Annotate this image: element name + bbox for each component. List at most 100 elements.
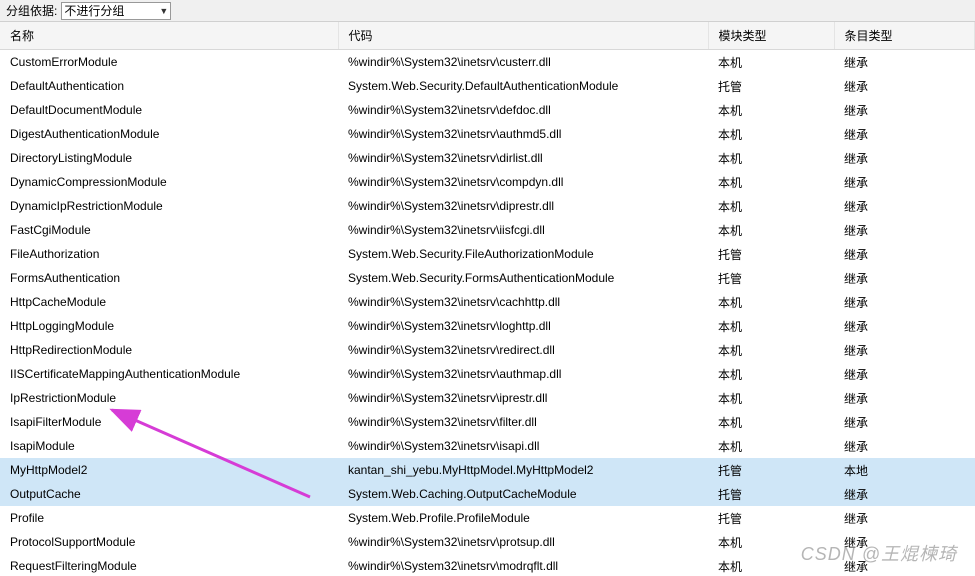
table-row[interactable]: ProfileSystem.Web.Profile.ProfileModule托… [0,506,975,530]
cell-name: HttpLoggingModule [0,314,338,338]
cell-code: System.Web.Security.FormsAuthenticationM… [338,266,708,290]
cell-module-type: 本机 [708,170,834,194]
table-row[interactable]: MyHttpModel2kantan_shi_yebu.MyHttpModel.… [0,458,975,482]
cell-name: CustomErrorModule [0,50,338,75]
col-header-entry-type[interactable]: 条目类型 [834,22,975,50]
cell-module-type: 本机 [708,98,834,122]
chevron-down-icon: ▼ [159,6,168,16]
cell-entry-type: 继承 [834,74,975,98]
cell-module-type: 本机 [708,122,834,146]
cell-code: %windir%\System32\inetsrv\authmd5.dll [338,122,708,146]
cell-name: HttpCacheModule [0,290,338,314]
cell-code: %windir%\System32\inetsrv\iprestr.dll [338,386,708,410]
cell-code: %windir%\System32\inetsrv\redirect.dll [338,338,708,362]
table-row[interactable]: DirectoryListingModule%windir%\System32\… [0,146,975,170]
cell-code: %windir%\System32\inetsrv\protsup.dll [338,530,708,554]
cell-code: %windir%\System32\inetsrv\iisfcgi.dll [338,218,708,242]
table-row[interactable]: IsapiFilterModule%windir%\System32\inets… [0,410,975,434]
table-row[interactable]: FormsAuthenticationSystem.Web.Security.F… [0,266,975,290]
cell-module-type: 本机 [708,314,834,338]
cell-code: %windir%\System32\inetsrv\compdyn.dll [338,170,708,194]
cell-module-type: 托管 [708,266,834,290]
cell-entry-type: 继承 [834,530,975,554]
table-row[interactable]: IsapiModule%windir%\System32\inetsrv\isa… [0,434,975,458]
cell-entry-type: 继承 [834,434,975,458]
table-row[interactable]: FastCgiModule%windir%\System32\inetsrv\i… [0,218,975,242]
group-by-label: 分组依据: [6,2,57,19]
cell-code: System.Web.Caching.OutputCacheModule [338,482,708,506]
cell-entry-type: 继承 [834,554,975,576]
toolbar: 分组依据: 不进行分组 ▼ [0,0,975,22]
table-row[interactable]: OutputCacheSystem.Web.Caching.OutputCach… [0,482,975,506]
cell-name: DigestAuthenticationModule [0,122,338,146]
cell-name: IsapiFilterModule [0,410,338,434]
table-row[interactable]: DefaultDocumentModule%windir%\System32\i… [0,98,975,122]
cell-name: HttpRedirectionModule [0,338,338,362]
modules-table: 名称 代码 模块类型 条目类型 CustomErrorModule%windir… [0,22,975,576]
table-scroll-area[interactable]: 名称 代码 模块类型 条目类型 CustomErrorModule%windir… [0,22,975,576]
cell-entry-type: 继承 [834,506,975,530]
cell-name: MyHttpModel2 [0,458,338,482]
cell-entry-type: 本地 [834,458,975,482]
cell-entry-type: 继承 [834,50,975,75]
cell-module-type: 本机 [708,362,834,386]
cell-code: %windir%\System32\inetsrv\defdoc.dll [338,98,708,122]
col-header-module-type[interactable]: 模块类型 [708,22,834,50]
table-row[interactable]: HttpCacheModule%windir%\System32\inetsrv… [0,290,975,314]
table-row[interactable]: HttpLoggingModule%windir%\System32\inets… [0,314,975,338]
cell-module-type: 托管 [708,506,834,530]
cell-module-type: 本机 [708,146,834,170]
cell-module-type: 本机 [708,386,834,410]
cell-module-type: 本机 [708,194,834,218]
cell-entry-type: 继承 [834,218,975,242]
table-row[interactable]: ProtocolSupportModule%windir%\System32\i… [0,530,975,554]
table-row[interactable]: RequestFilteringModule%windir%\System32\… [0,554,975,576]
cell-entry-type: 继承 [834,146,975,170]
col-header-name[interactable]: 名称 [0,22,338,50]
table-row[interactable]: IpRestrictionModule%windir%\System32\ine… [0,386,975,410]
cell-entry-type: 继承 [834,170,975,194]
cell-name: ProtocolSupportModule [0,530,338,554]
table-row[interactable]: DynamicIpRestrictionModule%windir%\Syste… [0,194,975,218]
cell-code: %windir%\System32\inetsrv\dirlist.dll [338,146,708,170]
table-row[interactable]: HttpRedirectionModule%windir%\System32\i… [0,338,975,362]
cell-module-type: 托管 [708,242,834,266]
table-row[interactable]: FileAuthorizationSystem.Web.Security.Fil… [0,242,975,266]
cell-entry-type: 继承 [834,98,975,122]
cell-name: FileAuthorization [0,242,338,266]
cell-name: IpRestrictionModule [0,386,338,410]
cell-module-type: 本机 [708,290,834,314]
table-row[interactable]: CustomErrorModule%windir%\System32\inets… [0,50,975,75]
cell-name: DynamicIpRestrictionModule [0,194,338,218]
group-by-value: 不进行分组 [64,2,124,19]
cell-name: DefaultAuthentication [0,74,338,98]
table-row[interactable]: DigestAuthenticationModule%windir%\Syste… [0,122,975,146]
cell-module-type: 本机 [708,338,834,362]
cell-entry-type: 继承 [834,362,975,386]
cell-code: System.Web.Security.DefaultAuthenticatio… [338,74,708,98]
col-header-code[interactable]: 代码 [338,22,708,50]
table-row[interactable]: IISCertificateMappingAuthenticationModul… [0,362,975,386]
cell-code: System.Web.Profile.ProfileModule [338,506,708,530]
cell-code: %windir%\System32\inetsrv\isapi.dll [338,434,708,458]
table-row[interactable]: DynamicCompressionModule%windir%\System3… [0,170,975,194]
cell-entry-type: 继承 [834,290,975,314]
cell-entry-type: 继承 [834,194,975,218]
cell-code: System.Web.Security.FileAuthorizationMod… [338,242,708,266]
cell-code: %windir%\System32\inetsrv\cachhttp.dll [338,290,708,314]
cell-code: %windir%\System32\inetsrv\authmap.dll [338,362,708,386]
cell-name: DefaultDocumentModule [0,98,338,122]
cell-code: kantan_shi_yebu.MyHttpModel.MyHttpModel2 [338,458,708,482]
table-row[interactable]: DefaultAuthenticationSystem.Web.Security… [0,74,975,98]
cell-entry-type: 继承 [834,122,975,146]
group-by-select[interactable]: 不进行分组 ▼ [61,2,171,20]
cell-name: OutputCache [0,482,338,506]
cell-code: %windir%\System32\inetsrv\loghttp.dll [338,314,708,338]
cell-name: RequestFilteringModule [0,554,338,576]
cell-module-type: 托管 [708,74,834,98]
cell-name: FastCgiModule [0,218,338,242]
cell-entry-type: 继承 [834,314,975,338]
table-header-row: 名称 代码 模块类型 条目类型 [0,22,975,50]
cell-module-type: 托管 [708,458,834,482]
cell-entry-type: 继承 [834,482,975,506]
